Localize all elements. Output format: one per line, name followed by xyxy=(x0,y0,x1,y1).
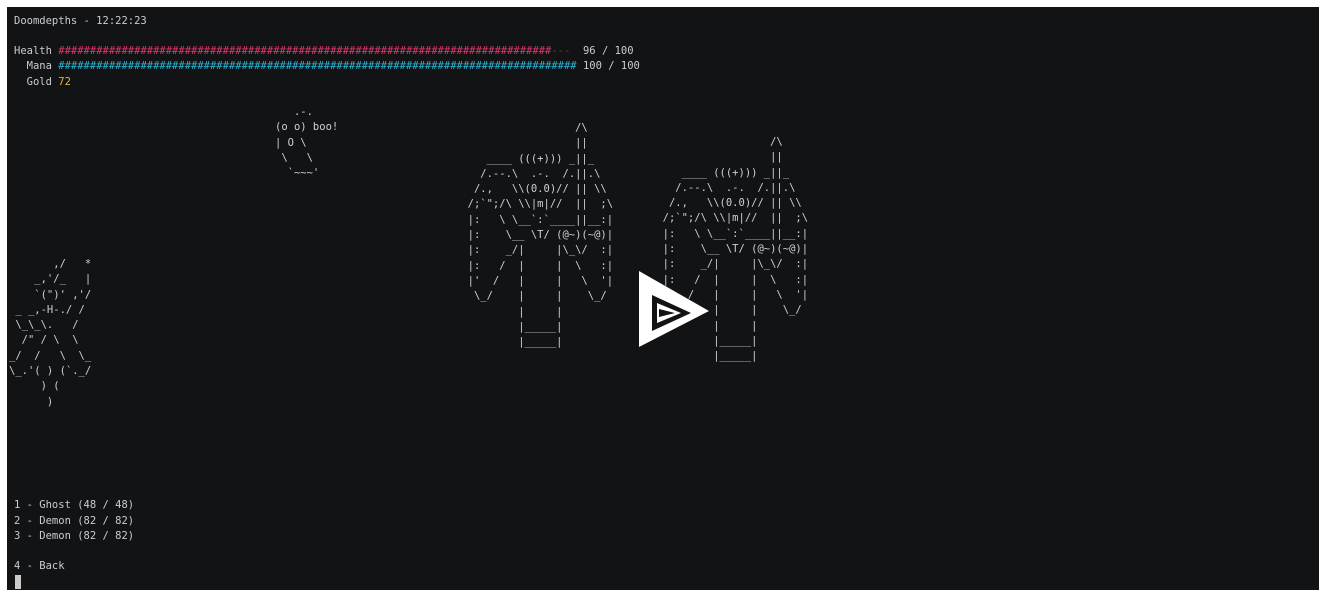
menu-item-back[interactable]: 4 - Back xyxy=(14,559,65,574)
mana-row: Mana ###################################… xyxy=(14,59,640,74)
demon-enemy-art-1: /\ || ____ (((+))) _||_ /.--.\ .-. /.||.… xyxy=(467,122,614,349)
gold-value: 72 xyxy=(58,76,71,88)
play-button[interactable] xyxy=(635,269,711,349)
terminal-window: Doomdepths - 12:22:23 Health ###########… xyxy=(7,7,1319,590)
mana-label: Mana xyxy=(14,60,52,72)
menu-item-demon-1[interactable]: 2 - Demon (82 / 82) xyxy=(14,514,134,529)
play-icon xyxy=(639,271,709,347)
title-line: Doomdepths - 12:22:23 xyxy=(14,15,147,27)
terminal-cursor xyxy=(15,575,21,589)
mana-value: 100 / 100 xyxy=(582,60,640,72)
ghost-enemy-art: .-. (o o) boo! | O \ \ \ `~~~' xyxy=(275,106,339,180)
menu-item-demon-2[interactable]: 3 - Demon (82 / 82) xyxy=(14,529,134,544)
health-bar-filled: ########################################… xyxy=(58,45,552,57)
health-row: Health #################################… xyxy=(14,44,634,59)
mana-bar-filled: ########################################… xyxy=(58,60,577,72)
player-wizard-art: ,/ * _,'/_ | `(")' ,'/ _ _,-H-./ / \_\_\… xyxy=(9,258,92,408)
health-value: 96 / 100 xyxy=(576,45,634,57)
gold-label: Gold xyxy=(14,76,52,88)
health-bar-empty: --- xyxy=(551,45,571,57)
health-label: Health xyxy=(14,45,52,57)
menu-item-ghost[interactable]: 1 - Ghost (48 / 48) xyxy=(14,498,134,513)
gold-row: Gold 72 xyxy=(14,75,71,90)
